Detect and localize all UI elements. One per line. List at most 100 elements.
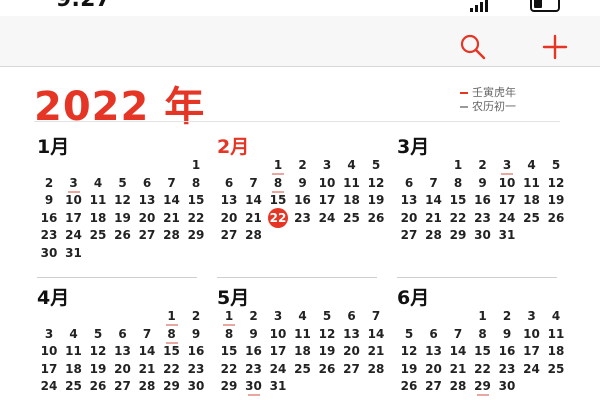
day-cell[interactable]: 24 bbox=[62, 226, 86, 244]
day-cell[interactable]: 8 bbox=[446, 174, 470, 192]
day-cell[interactable]: 23 bbox=[291, 209, 315, 227]
day-cell[interactable]: 21 bbox=[364, 342, 388, 360]
day-cell[interactable]: 13 bbox=[111, 342, 135, 360]
day-cell[interactable]: 5 bbox=[544, 156, 568, 174]
day-cell[interactable]: 4 bbox=[340, 156, 364, 174]
day-cell[interactable]: 30 bbox=[495, 377, 519, 395]
day-cell[interactable]: 5 bbox=[315, 307, 339, 325]
day-cell[interactable]: 9 bbox=[471, 174, 495, 192]
day-cell[interactable]: 24 bbox=[315, 209, 339, 227]
day-cell[interactable]: 10 bbox=[495, 174, 519, 192]
day-cell[interactable]: 8 bbox=[160, 325, 184, 344]
day-cell[interactable]: 25 bbox=[291, 360, 315, 378]
day-cell[interactable]: 1 bbox=[266, 156, 290, 175]
day-cell[interactable]: 20 bbox=[111, 360, 135, 378]
day-cell[interactable]: 9 bbox=[242, 325, 266, 343]
day-cell[interactable]: 19 bbox=[111, 209, 135, 227]
day-cell[interactable]: 14 bbox=[446, 342, 470, 360]
day-cell[interactable]: 6 bbox=[422, 325, 446, 343]
day-cell[interactable]: 7 bbox=[364, 307, 388, 325]
day-cell[interactable]: 4 bbox=[62, 325, 86, 343]
day-cell[interactable]: 3 bbox=[495, 156, 519, 175]
day-cell[interactable]: 10 bbox=[520, 325, 544, 343]
day-cell[interactable]: 14 bbox=[364, 325, 388, 343]
day-cell[interactable]: 4 bbox=[520, 156, 544, 174]
day-cell[interactable]: 16 bbox=[37, 209, 61, 227]
day-cell[interactable]: 28 bbox=[364, 360, 388, 378]
day-cell[interactable]: 28 bbox=[422, 226, 446, 244]
day-cell[interactable]: 31 bbox=[62, 244, 86, 262]
day-cell[interactable]: 20 bbox=[397, 209, 421, 227]
day-cell[interactable]: 19 bbox=[397, 360, 421, 378]
day-cell[interactable]: 27 bbox=[111, 377, 135, 395]
day-cell[interactable]: 1 bbox=[160, 307, 184, 326]
day-cell[interactable]: 30 bbox=[471, 226, 495, 244]
day-cell[interactable]: 17 bbox=[37, 360, 61, 378]
day-cell[interactable]: 25 bbox=[520, 209, 544, 227]
day-cell[interactable]: 22 bbox=[160, 360, 184, 378]
add-event-button[interactable] bbox=[540, 32, 570, 62]
day-cell[interactable]: 19 bbox=[544, 191, 568, 209]
day-cell[interactable]: 31 bbox=[495, 226, 519, 244]
day-cell[interactable]: 12 bbox=[111, 191, 135, 209]
day-cell[interactable]: 11 bbox=[520, 174, 544, 192]
day-cell[interactable]: 10 bbox=[315, 174, 339, 192]
day-cell[interactable]: 1 bbox=[184, 156, 208, 174]
day-cell[interactable]: 5 bbox=[397, 325, 421, 343]
day-cell[interactable]: 15 bbox=[184, 191, 208, 209]
day-cell[interactable]: 2 bbox=[291, 156, 315, 174]
day-cell[interactable]: 12 bbox=[315, 325, 339, 343]
day-cell[interactable]: 18 bbox=[340, 191, 364, 209]
day-cell[interactable]: 25 bbox=[544, 360, 568, 378]
day-cell[interactable]: 10 bbox=[62, 191, 86, 209]
day-cell[interactable]: 14 bbox=[135, 342, 159, 360]
day-cell[interactable]: 22 bbox=[217, 360, 241, 378]
day-cell[interactable]: 3 bbox=[37, 325, 61, 343]
day-cell[interactable]: 27 bbox=[397, 226, 421, 244]
day-cell[interactable]: 15 bbox=[471, 342, 495, 360]
day-cell[interactable]: 19 bbox=[364, 191, 388, 209]
day-cell[interactable]: 4 bbox=[86, 174, 110, 192]
day-cell[interactable]: 10 bbox=[266, 325, 290, 343]
day-cell[interactable]: 27 bbox=[135, 226, 159, 244]
day-cell[interactable]: 1 bbox=[446, 156, 470, 174]
day-cell[interactable]: 16 bbox=[495, 342, 519, 360]
day-cell[interactable]: 28 bbox=[242, 226, 266, 244]
day-cell[interactable]: 6 bbox=[397, 174, 421, 192]
day-cell[interactable]: 22 bbox=[446, 209, 470, 227]
day-cell[interactable]: 14 bbox=[422, 191, 446, 209]
day-cell[interactable]: 24 bbox=[520, 360, 544, 378]
day-cell[interactable]: 20 bbox=[340, 342, 364, 360]
day-cell[interactable]: 27 bbox=[340, 360, 364, 378]
day-cell[interactable]: 21 bbox=[135, 360, 159, 378]
day-cell[interactable]: 25 bbox=[340, 209, 364, 227]
day-cell[interactable]: 7 bbox=[135, 325, 159, 343]
day-cell[interactable]: 14 bbox=[160, 191, 184, 209]
day-cell[interactable]: 1 bbox=[217, 307, 241, 326]
day-cell[interactable]: 6 bbox=[111, 325, 135, 343]
day-cell[interactable]: 13 bbox=[135, 191, 159, 209]
day-cell[interactable]: 19 bbox=[315, 342, 339, 360]
day-cell[interactable]: 11 bbox=[544, 325, 568, 343]
day-cell[interactable]: 8 bbox=[471, 325, 495, 343]
day-cell[interactable]: 12 bbox=[544, 174, 568, 192]
day-cell[interactable]: 5 bbox=[111, 174, 135, 192]
day-cell[interactable]: 30 bbox=[242, 377, 266, 396]
day-cell[interactable]: 24 bbox=[266, 360, 290, 378]
day-cell[interactable]: 21 bbox=[242, 209, 266, 227]
day-cell[interactable]: 7 bbox=[242, 174, 266, 192]
day-cell[interactable]: 12 bbox=[397, 342, 421, 360]
day-cell[interactable]: 22 bbox=[268, 207, 288, 228]
day-cell[interactable]: 22 bbox=[184, 209, 208, 227]
day-cell[interactable]: 18 bbox=[62, 360, 86, 378]
day-cell[interactable]: 10 bbox=[37, 342, 61, 360]
day-cell[interactable]: 5 bbox=[364, 156, 388, 174]
day-cell[interactable]: 29 bbox=[160, 377, 184, 395]
day-cell[interactable]: 9 bbox=[37, 191, 61, 209]
day-cell[interactable]: 23 bbox=[184, 360, 208, 378]
day-cell[interactable]: 2 bbox=[242, 307, 266, 325]
day-cell[interactable]: 23 bbox=[37, 226, 61, 244]
day-cell[interactable]: 23 bbox=[495, 360, 519, 378]
day-cell[interactable]: 8 bbox=[184, 174, 208, 192]
day-cell[interactable]: 26 bbox=[86, 377, 110, 395]
